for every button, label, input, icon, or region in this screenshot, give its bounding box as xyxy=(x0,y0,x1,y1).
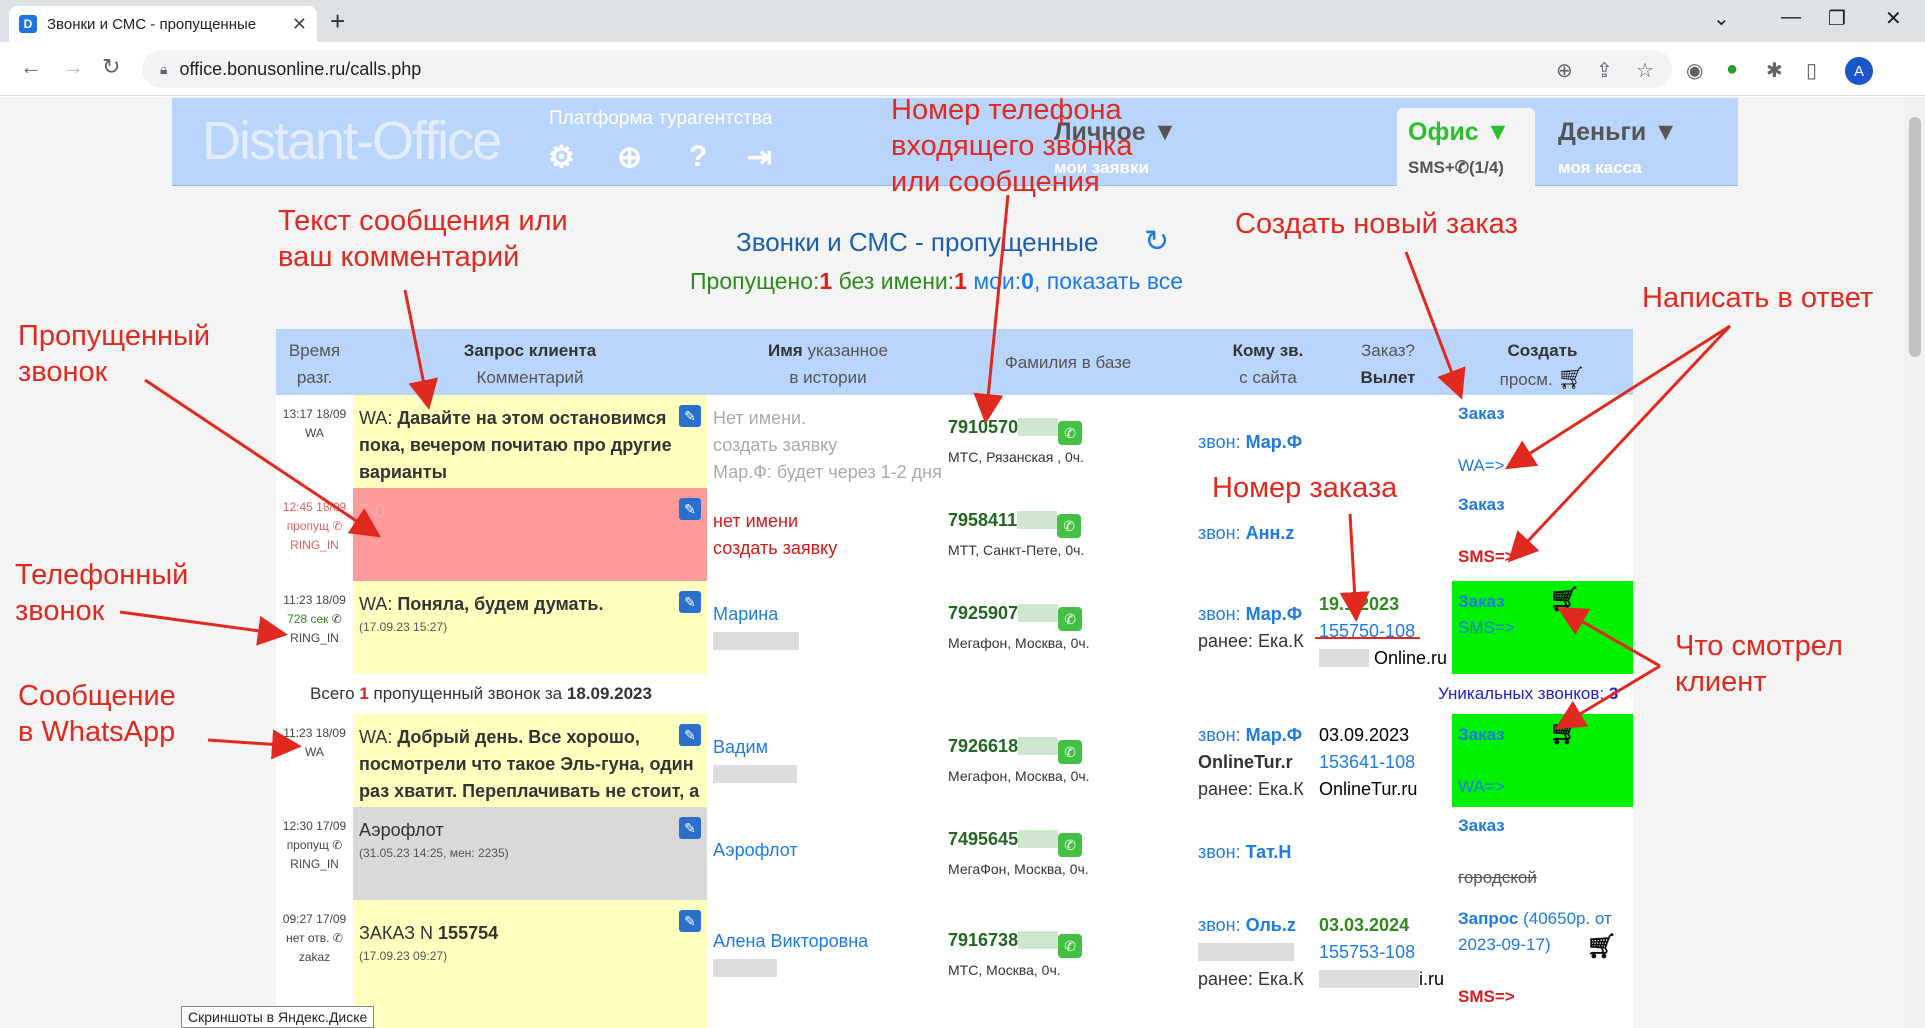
arrow-create xyxy=(1404,251,1466,400)
annotation-wa: Сообщение в WhatsApp xyxy=(18,680,176,748)
arrow-text xyxy=(403,289,438,410)
arrow-phone xyxy=(973,194,1010,424)
arrow-reply-2 xyxy=(1507,324,1732,563)
arrow-viewed-1 xyxy=(1556,607,1661,668)
yandex-disk-tooltip: Скриншоты в Яндекс.Диске xyxy=(181,1006,375,1028)
annotation-order: Номер заказа xyxy=(1212,472,1398,504)
annotation-phonecall: Телефонный звонок xyxy=(15,559,189,627)
annotation-reply: Написать в ответ xyxy=(1642,282,1874,314)
annotation-text: Текст сообщения или ваш комментарий xyxy=(278,205,568,273)
arrow-order xyxy=(1339,513,1370,622)
arrow-viewed-2 xyxy=(1554,664,1661,730)
annotation-viewed: Что смотрел клиент xyxy=(1675,630,1843,698)
annotation-missed: Пропущенный звонок xyxy=(18,320,211,388)
annotation-create: Создать новый заказ xyxy=(1235,208,1518,240)
annotation-phone: Номер телефона входящего звонка или сооб… xyxy=(891,94,1133,198)
arrow-missed xyxy=(144,378,381,538)
arrow-wa xyxy=(207,729,302,760)
